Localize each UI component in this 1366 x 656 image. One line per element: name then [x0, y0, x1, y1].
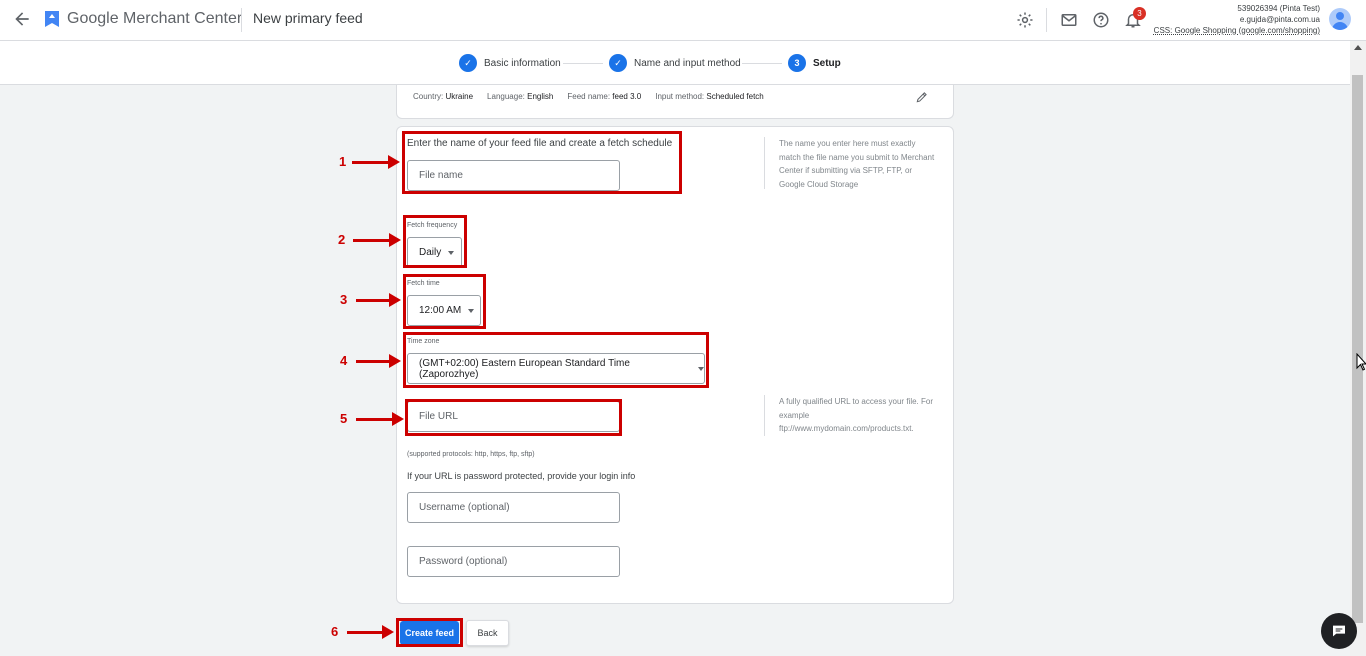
- edit-pencil-icon[interactable]: [915, 90, 929, 104]
- step-setup: 3 Setup: [788, 54, 841, 72]
- header-divider-2: [1046, 8, 1047, 32]
- annotation-box-3: [403, 274, 486, 329]
- summary-feed-name: Feed name: feed 3.0: [567, 92, 642, 101]
- feed-summary-card: Country: Ukraine Language: English Feed …: [396, 85, 954, 119]
- annotation-arrow-2: [353, 233, 401, 247]
- page-scrollbar[interactable]: [1350, 41, 1366, 656]
- annotation-number-3: 3: [340, 292, 348, 307]
- feed-summary: Country: Ukraine Language: English Feed …: [413, 92, 764, 101]
- account-email: e.gujda@pinta.com.ua: [1239, 15, 1320, 24]
- step-connector: [742, 63, 782, 64]
- protocols-note: (supported protocols: http, https, ftp, …: [407, 451, 535, 458]
- annotation-arrow-1: [352, 155, 400, 169]
- back-arrow-icon[interactable]: [12, 9, 32, 29]
- annotation-box-5: [405, 399, 622, 436]
- scrollbar-thumb[interactable]: [1352, 75, 1363, 623]
- password-input[interactable]: Password (optional): [407, 546, 620, 577]
- file-url-hint: A fully qualified URL to access your fil…: [779, 397, 933, 433]
- account-info[interactable]: 539026394 (Pinta Test) e.gujda@pinta.com…: [1154, 3, 1320, 36]
- back-button[interactable]: Back: [466, 620, 509, 646]
- chat-icon: [1333, 625, 1345, 637]
- mail-icon[interactable]: [1060, 11, 1078, 29]
- file-name-hint: The name you enter here must exactly mat…: [779, 139, 935, 189]
- hint-divider: [764, 395, 765, 436]
- step-number: 3: [788, 54, 806, 72]
- mouse-cursor-icon: [1356, 353, 1366, 371]
- annotation-number-4: 4: [340, 353, 348, 368]
- notification-badge: 3: [1133, 7, 1146, 20]
- annotation-number-1: 1: [339, 154, 347, 169]
- check-icon: ✓: [609, 54, 627, 72]
- annotation-box-6: [396, 618, 463, 647]
- check-icon: ✓: [459, 54, 477, 72]
- settings-gear-icon[interactable]: [1016, 11, 1034, 29]
- annotation-box-4: [403, 332, 709, 388]
- annotation-arrow-5: [356, 412, 404, 426]
- password-prompt: If your URL is password protected, provi…: [407, 471, 636, 481]
- username-input[interactable]: Username (optional): [407, 492, 620, 523]
- annotation-number-6: 6: [331, 624, 339, 639]
- step-basic-information: ✓ Basic information: [459, 54, 561, 72]
- page-title: New primary feed: [253, 10, 363, 26]
- top-app-bar: Google Merchant Center New primary feed …: [0, 0, 1366, 41]
- brand-title: Google Merchant Center: [67, 10, 243, 27]
- step-label: Basic information: [484, 57, 561, 69]
- step-label: Setup: [813, 57, 841, 69]
- feedback-chat-button[interactable]: [1321, 613, 1357, 649]
- step-name-and-input-method: ✓ Name and input method: [609, 54, 741, 72]
- annotation-arrow-3: [356, 293, 401, 307]
- annotation-number-2: 2: [338, 232, 346, 247]
- annotation-number-5: 5: [340, 411, 348, 426]
- header-divider: [241, 8, 242, 32]
- scroll-up-arrow-icon[interactable]: [1354, 45, 1362, 50]
- annotation-box-1: [402, 131, 682, 194]
- account-id: 539026394 (Pinta Test): [1237, 4, 1320, 13]
- hint-divider: [764, 137, 765, 189]
- annotation-box-2: [403, 215, 467, 268]
- annotation-arrow-4: [356, 354, 401, 368]
- summary-language: Language: English: [487, 92, 554, 101]
- step-connector: [563, 63, 603, 64]
- avatar[interactable]: [1329, 8, 1351, 30]
- account-css: CSS: Google Shopping (google.com/shoppin…: [1153, 26, 1320, 35]
- feed-setup-stepper: ✓ Basic information ✓ Name and input met…: [0, 41, 1350, 85]
- help-icon[interactable]: [1092, 11, 1110, 29]
- summary-input-method: Input method: Scheduled fetch: [655, 92, 764, 101]
- summary-country: Country: Ukraine: [413, 92, 474, 101]
- merchant-center-logo-icon: [45, 11, 59, 27]
- annotation-arrow-6: [347, 625, 394, 639]
- step-label: Name and input method: [634, 57, 741, 69]
